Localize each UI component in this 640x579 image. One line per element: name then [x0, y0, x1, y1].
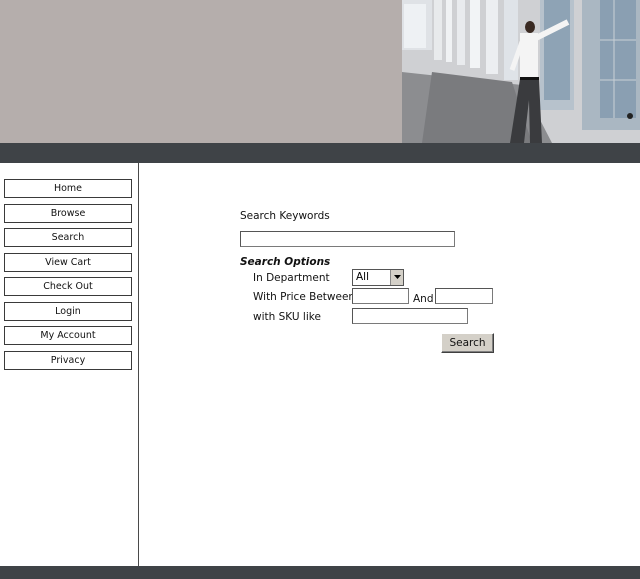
bottom-divider-bar	[0, 566, 640, 579]
price-max-input[interactable]	[435, 288, 493, 304]
nav-view-cart-button[interactable]: View Cart	[4, 253, 132, 272]
banner-photo	[402, 0, 640, 143]
sku-label: with SKU like	[253, 311, 321, 323]
department-select[interactable]: All	[352, 269, 404, 286]
and-label: And	[413, 293, 434, 305]
nav-privacy-button[interactable]: Privacy	[4, 351, 132, 370]
sidebar-nav: Home Browse Search View Cart Check Out L…	[0, 163, 139, 566]
nav-home-button[interactable]: Home	[4, 179, 132, 198]
search-submit-button[interactable]: Search	[441, 333, 494, 353]
header-banner	[0, 0, 640, 143]
department-label: In Department	[253, 272, 330, 284]
top-divider-bar	[0, 143, 640, 163]
nav-browse-button[interactable]: Browse	[4, 204, 132, 223]
price-label: With Price Between	[253, 291, 356, 303]
sku-input[interactable]	[352, 308, 468, 324]
nav-check-out-button[interactable]: Check Out	[4, 277, 132, 296]
price-min-input[interactable]	[352, 288, 409, 304]
search-options-title: Search Options	[240, 256, 331, 268]
chevron-down-icon[interactable]	[390, 270, 403, 285]
keywords-input[interactable]	[240, 231, 455, 247]
nav-login-button[interactable]: Login	[4, 302, 132, 321]
department-selected-value: All	[356, 271, 370, 283]
search-form: Search Keywords Search Options In Depart…	[139, 163, 640, 566]
keywords-label: Search Keywords	[240, 210, 330, 222]
nav-search-button[interactable]: Search	[4, 228, 132, 247]
nav-my-account-button[interactable]: My Account	[4, 326, 132, 345]
